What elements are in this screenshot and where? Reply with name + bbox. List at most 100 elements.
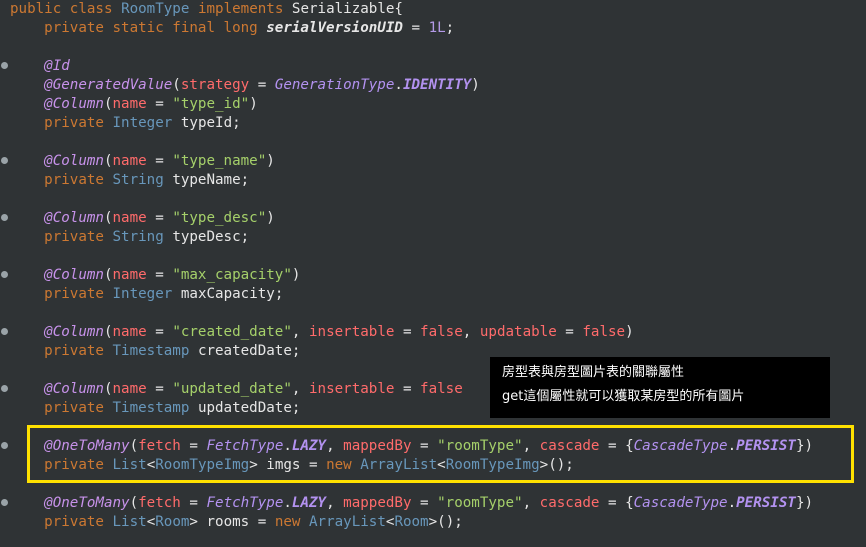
fold-marker[interactable] — [1, 328, 8, 335]
paren: ( — [172, 77, 181, 93]
fold-marker[interactable] — [1, 499, 8, 506]
comma: , — [291, 381, 309, 397]
type-room: Room — [394, 514, 429, 530]
operator: = — [146, 381, 173, 397]
type-cascade: CascadeType — [633, 495, 728, 511]
paren: ) — [471, 77, 480, 93]
annotation-id: @Id — [44, 58, 70, 74]
code-line-field-1: private Integer typeId; — [10, 114, 241, 133]
fold-marker[interactable] — [1, 271, 8, 278]
paren: ) — [266, 210, 275, 226]
dot: . — [727, 495, 737, 511]
paren: ( — [103, 324, 113, 340]
annotation-one-to-many: @OneToMany — [44, 495, 130, 511]
keyword-private: private — [44, 172, 104, 188]
field-name: updatedDate; — [197, 400, 301, 416]
keyword-public: public — [10, 1, 62, 17]
fold-marker[interactable] — [1, 157, 8, 164]
operator: = — [394, 381, 421, 397]
type-integer: Integer — [112, 286, 173, 302]
serial-value: 1L — [428, 20, 446, 36]
dot: . — [394, 77, 403, 93]
field-name: createdDate; — [197, 343, 301, 359]
string-literal: "roomType" — [437, 495, 523, 511]
code-line-field-5: private Timestamp createdDate; — [10, 342, 300, 361]
param-strategy: strategy — [180, 77, 250, 93]
annotation-column: @Column — [44, 96, 104, 112]
param-updatable: updatable — [479, 324, 557, 340]
operator: = — [402, 20, 429, 36]
code-line-serial: private static final long serialVersionU… — [10, 19, 454, 38]
operator: = — [146, 153, 173, 169]
keyword-private: private — [44, 343, 104, 359]
string-literal: "updated_date" — [172, 381, 292, 397]
type-timestamp: Timestamp — [112, 400, 190, 416]
paren: ) — [249, 96, 258, 112]
annotation-column: @Column — [44, 267, 104, 283]
keyword-implements: implements — [197, 1, 284, 17]
keyword-false: false — [582, 324, 626, 340]
code-line-field-3: private String typeDesc; — [10, 228, 249, 247]
code-line-id-ann: @Id — [10, 57, 70, 76]
operator: = — [146, 210, 173, 226]
type-room: Room — [155, 514, 190, 530]
angle: >(); — [428, 514, 463, 530]
param-name: name — [112, 210, 147, 226]
dot: . — [283, 495, 292, 511]
operator: = — [249, 514, 275, 530]
field-name: rooms — [206, 514, 250, 530]
fold-marker[interactable] — [1, 442, 8, 449]
code-line-field-2: private String typeName; — [10, 171, 249, 190]
tooltip-line-1: 房型表與房型圖片表的關聯屬性 — [502, 365, 685, 380]
annotation-tooltip: 房型表與房型圖片表的關聯屬性 get這個屬性就可以獲取某房型的所有圖片 — [490, 357, 830, 418]
comma: , — [462, 324, 480, 340]
annotation-generated-value: @GeneratedValue — [44, 77, 173, 93]
operator: = — [180, 495, 207, 511]
keyword-false: false — [420, 324, 463, 340]
param-name: name — [112, 96, 147, 112]
fold-marker[interactable] — [1, 214, 8, 221]
field-name: typeId; — [180, 115, 241, 131]
keyword-private: private — [44, 286, 104, 302]
code-line-column-3: @Column(name = "type_desc") — [10, 209, 275, 228]
code-line-onetomany-2: @OneToMany(fetch = FetchType.LAZY, mappe… — [10, 494, 813, 513]
keyword-class: class — [69, 1, 113, 17]
paren: ( — [103, 96, 113, 112]
paren: ) — [291, 267, 301, 283]
type-generation: GenerationType — [274, 77, 395, 93]
angle: > — [189, 514, 207, 530]
type-list: List — [112, 514, 147, 530]
operator: = — [394, 324, 421, 340]
field-name: maxCapacity; — [180, 286, 284, 302]
paren: }) — [795, 495, 814, 511]
paren: ) — [266, 153, 275, 169]
keyword-private: private — [44, 115, 104, 131]
fold-marker[interactable] — [1, 385, 8, 392]
string-literal: "max_capacity" — [172, 267, 292, 283]
field-serial: serialVersionUID — [266, 20, 403, 36]
param-insertable: insertable — [309, 381, 395, 397]
type-fetch: FetchType — [206, 495, 284, 511]
comma: , — [326, 495, 344, 511]
keyword-private: private — [44, 400, 104, 416]
string-literal: "type_name" — [172, 153, 267, 169]
fold-marker[interactable] — [1, 62, 8, 69]
type-string: String — [112, 229, 164, 245]
annotation-column: @Column — [44, 324, 104, 340]
interface-name: Serializable{ — [291, 1, 403, 17]
operator: = — [556, 324, 583, 340]
code-line-column-5: @Column(name = "created_date", insertabl… — [10, 323, 633, 342]
code-line-class-decl: public class RoomType implements Seriali… — [10, 0, 403, 19]
param-name: name — [112, 381, 147, 397]
param-mapped-by: mappedBy — [343, 495, 412, 511]
param-fetch: fetch — [138, 495, 181, 511]
operator: = — [146, 96, 173, 112]
code-line-column-1: @Column(name = "type_id") — [10, 95, 258, 114]
field-name: typeDesc; — [172, 229, 250, 245]
const-identity: IDENTITY — [402, 77, 472, 93]
paren: ( — [103, 153, 113, 169]
annotation-column: @Column — [44, 153, 104, 169]
operator: = { — [599, 495, 634, 511]
const-persist: PERSIST — [736, 495, 796, 511]
operator: = — [146, 267, 173, 283]
